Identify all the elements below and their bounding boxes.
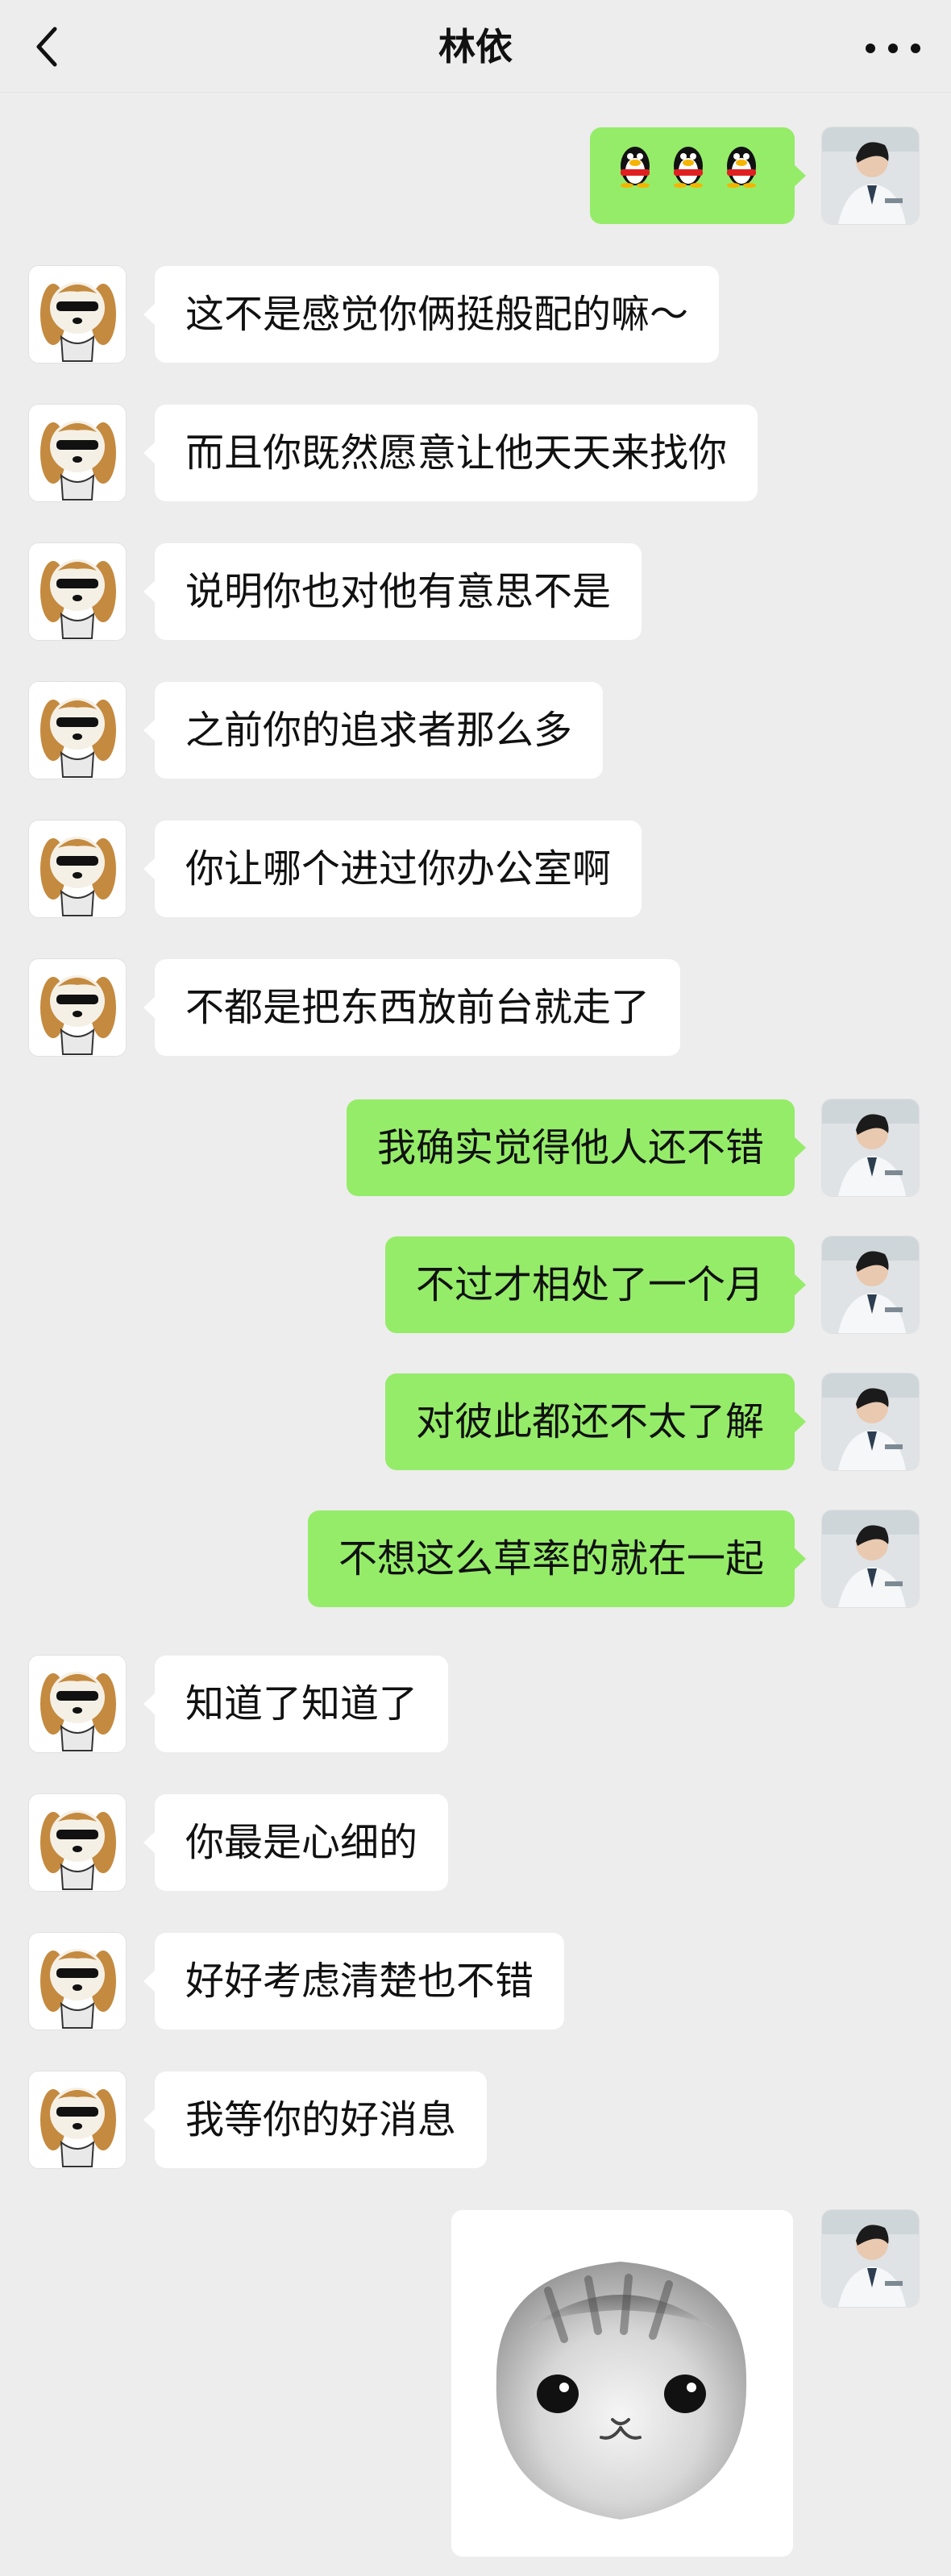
contact-avatar[interactable] <box>29 682 126 779</box>
contact-avatar[interactable] <box>29 1656 126 1752</box>
message-bubble-incoming[interactable]: 而且你既然愿意让他天天来找你 <box>143 405 758 501</box>
message-bubble-outgoing[interactable] <box>590 127 806 224</box>
my-avatar[interactable] <box>822 1099 919 1196</box>
message-bubble-outgoing[interactable]: 不想这么草率的就在一起 <box>307 1510 807 1607</box>
message-bubble-incoming[interactable]: 我等你的好消息 <box>143 2071 488 2168</box>
message-bubble-incoming[interactable]: 知道了知道了 <box>143 1656 449 1752</box>
my-avatar[interactable] <box>822 1373 919 1470</box>
qq-penguin-icon <box>719 127 764 224</box>
contact-avatar[interactable] <box>29 959 126 1056</box>
my-avatar[interactable] <box>822 1236 919 1333</box>
message-bubble-incoming[interactable]: 好好考虑清楚也不错 <box>143 1933 565 2030</box>
message-bubble-incoming[interactable]: 你让哪个进过你办公室啊 <box>143 821 642 917</box>
contact-avatar[interactable] <box>29 405 126 501</box>
more-dots-icon[interactable] <box>862 34 924 63</box>
message-bubble-incoming[interactable]: 说明你也对他有意思不是 <box>143 543 642 640</box>
chat-header: 林依 <box>0 0 951 93</box>
contact-avatar[interactable] <box>29 543 126 640</box>
qq-penguin-icon <box>666 127 711 224</box>
my-avatar[interactable] <box>822 1510 919 1607</box>
my-avatar[interactable] <box>822 127 919 224</box>
message-bubble-incoming[interactable]: 你最是心细的 <box>143 1794 449 1891</box>
message-bubble-incoming[interactable]: 不都是把东西放前台就走了 <box>143 959 681 1056</box>
message-bubble-incoming[interactable]: 这不是感觉你俩挺般配的嘛～ <box>143 266 720 363</box>
contact-avatar[interactable] <box>29 1933 126 2030</box>
message-list: 这不是感觉你俩挺般配的嘛～ 而且你既然愿意让他天天来找你 说明你也对他有意思不是 <box>0 92 951 2576</box>
chat-title: 林依 <box>438 25 513 69</box>
qq-penguin-icon <box>613 127 658 224</box>
contact-avatar[interactable] <box>29 2071 126 2168</box>
contact-avatar[interactable] <box>29 821 126 917</box>
contact-avatar[interactable] <box>29 266 126 363</box>
message-bubble-outgoing[interactable]: 不过才相处了一个月 <box>384 1236 807 1333</box>
cat-face-sticker[interactable] <box>451 2210 793 2557</box>
contact-avatar[interactable] <box>29 1794 126 1891</box>
message-bubble-outgoing[interactable]: 对彼此都还不太了解 <box>384 1373 807 1470</box>
message-bubble-incoming[interactable]: 之前你的追求者那么多 <box>143 682 604 779</box>
message-bubble-outgoing[interactable]: 我确实觉得他人还不错 <box>346 1099 807 1196</box>
my-avatar[interactable] <box>822 2210 919 2307</box>
